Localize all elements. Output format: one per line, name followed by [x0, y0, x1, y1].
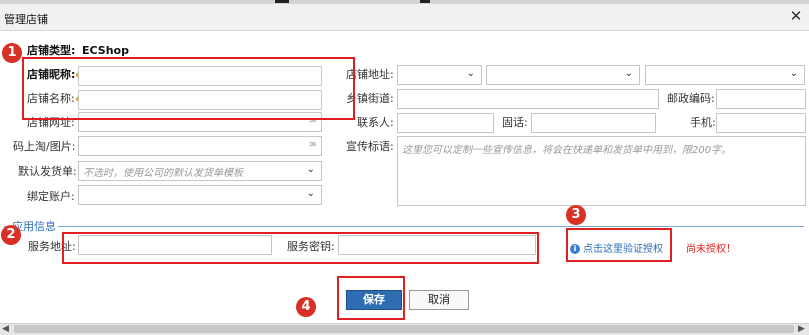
contact-label: 联系人:	[357, 116, 394, 129]
district-select[interactable]: ⌄	[645, 65, 805, 85]
slogan-label: 宣传标语:	[346, 140, 394, 153]
chevron-down-icon: ⌄	[306, 188, 315, 199]
default-template-select[interactable]: 不选时，使用公司的默认发货单模板 ⌄	[78, 161, 322, 181]
qr-image-input[interactable]: ∞	[78, 136, 322, 156]
postcode-input[interactable]	[716, 89, 806, 109]
phone-label: 固话:	[502, 116, 528, 129]
street-input[interactable]	[397, 89, 659, 109]
annotation-box-3	[566, 228, 672, 262]
slogan-textarea[interactable]: 这里您可以定制一些宣传信息，将会在快递单和发货单中用到，限200字。	[397, 136, 806, 206]
annotation-badge-4: 4	[296, 297, 316, 317]
window-title: 管理店铺	[4, 13, 48, 26]
qr-image-label: 码上淘/图片:	[13, 140, 76, 153]
link-icon[interactable]: ∞	[309, 139, 317, 150]
chevron-down-icon: ⌄	[306, 164, 315, 175]
city-select[interactable]: ⌄	[486, 65, 640, 85]
mobile-input[interactable]	[716, 113, 806, 133]
annotation-box-1	[22, 57, 355, 120]
annotation-badge-3: 3	[566, 205, 586, 225]
title-bar	[0, 4, 809, 31]
bound-account-label: 绑定账户:	[27, 190, 75, 203]
postcode-label: 邮政编码:	[667, 92, 715, 105]
chevron-down-icon: ⌄	[466, 68, 475, 79]
bound-account-select[interactable]: ⌄	[78, 185, 322, 205]
store-type-label: 店铺类型:	[27, 44, 76, 57]
scrollbar-thumb[interactable]	[14, 325, 794, 333]
auth-status: 尚未授权！	[686, 244, 736, 255]
contact-input[interactable]	[397, 113, 494, 133]
scroll-left-icon[interactable]: ◀	[2, 324, 9, 334]
top-strip-mark	[420, 0, 430, 3]
cancel-button[interactable]: 取消	[409, 290, 469, 310]
chevron-down-icon: ⌄	[624, 68, 633, 79]
province-select[interactable]: ⌄	[397, 65, 482, 85]
annotation-box-4	[337, 276, 405, 320]
top-strip-mark	[275, 0, 289, 3]
mobile-label: 手机:	[690, 116, 716, 129]
phone-input[interactable]	[531, 113, 656, 133]
annotation-box-2	[62, 232, 539, 264]
template-placeholder: 不选时，使用公司的默认发货单模板	[83, 168, 243, 179]
slogan-placeholder: 这里您可以定制一些宣传信息，将会在快递单和发货单中用到，限200字。	[402, 145, 732, 156]
chevron-down-icon: ⌄	[789, 68, 798, 79]
annotation-badge-2: 2	[1, 225, 21, 245]
close-icon[interactable]: ✕	[786, 6, 806, 26]
scroll-right-icon[interactable]: ▶	[798, 324, 805, 334]
default-template-label: 默认发货单:	[18, 165, 77, 178]
store-type-value: ECShop	[82, 44, 129, 57]
annotation-badge-1: 1	[2, 43, 22, 63]
